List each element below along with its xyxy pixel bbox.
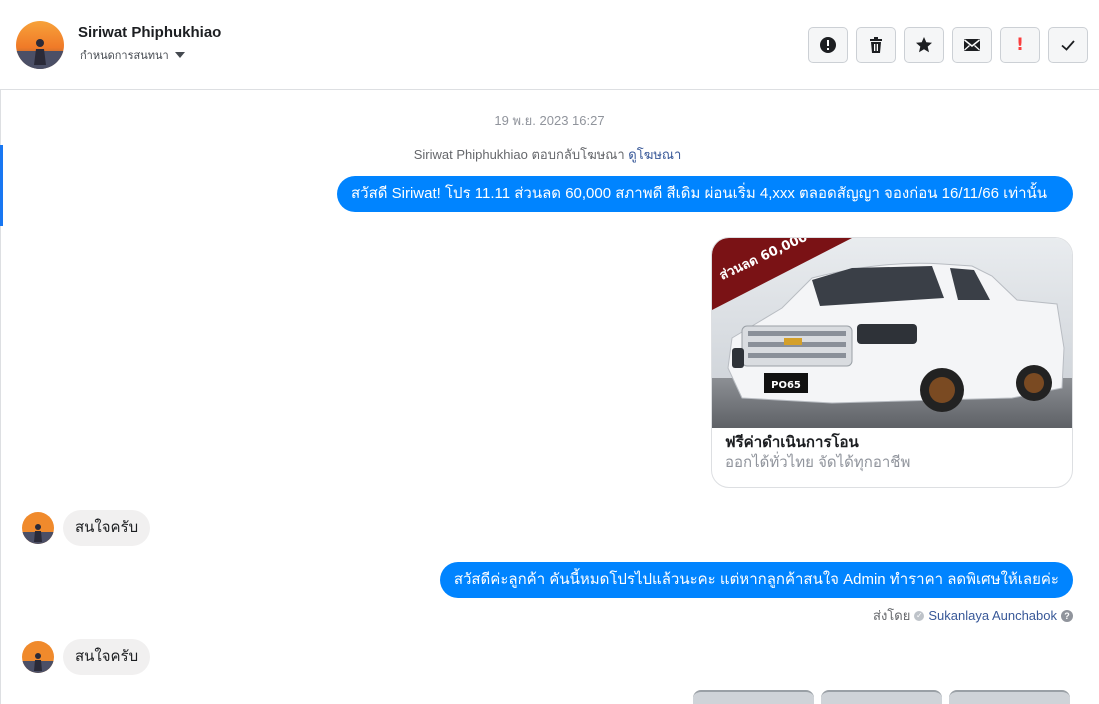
carousel-thumbnail[interactable]	[693, 690, 814, 704]
envelope-icon	[964, 39, 980, 51]
caret-down-icon	[174, 52, 185, 58]
incoming-message-row: สนใจครับ	[22, 639, 151, 675]
incoming-message: สนใจครับ	[63, 639, 151, 675]
mark-unread-button[interactable]	[952, 27, 992, 63]
avatar[interactable]	[22, 512, 54, 544]
schedule-label: กำหนดการสนทนา	[80, 50, 169, 62]
conversation-header: Siriwat Phiphukhiao กำหนดการสนทนา !	[0, 0, 1099, 90]
outgoing-message: สวัสดีค่ะลูกค้า คันนี้หมดโปรไปแล้วนะคะ แ…	[439, 562, 1073, 598]
alert-circle-icon	[820, 37, 836, 53]
trash-icon	[870, 37, 882, 53]
agent-badge-icon: ✓	[914, 610, 925, 621]
conversation-schedule-dropdown[interactable]: กำหนดการสนทนา	[80, 46, 185, 64]
message-timestamp: 19 พ.ย. 2023 16:27	[494, 113, 605, 128]
priority-button[interactable]: !	[1000, 27, 1040, 63]
contact-name: Siriwat Phiphukhiao	[78, 24, 222, 41]
incoming-message: สนใจครับ	[63, 510, 151, 546]
agent-name-link[interactable]: Sukanlaya Aunchabok	[928, 608, 1057, 623]
ad-reply-text: Siriwat Phiphukhiao ตอบกลับโฆษณา	[413, 147, 625, 162]
avatar[interactable]	[22, 641, 54, 673]
carousel-thumbnail[interactable]	[821, 690, 942, 704]
carousel-thumbnail[interactable]	[949, 690, 1070, 704]
ad-reply-notice: Siriwat Phiphukhiao ตอบกลับโฆษณา ดูโฆษณา	[0, 144, 1095, 165]
card-subtitle: ออกได้ทั่วไทย จัดได้ทุกอาชีพ	[725, 454, 911, 471]
star-icon	[916, 37, 932, 53]
car-image: PO65 ส่วนลด 60,000	[712, 238, 1072, 428]
mark-done-button[interactable]	[1048, 27, 1088, 63]
follow-up-button[interactable]	[904, 27, 944, 63]
header-actions: !	[808, 27, 1088, 63]
license-plate: PO65	[771, 380, 801, 391]
checkmark-icon	[1061, 40, 1075, 51]
outgoing-message: สวัสดี Siriwat! โปร 11.11 ส่วนลด 60,000 …	[337, 176, 1073, 212]
avatar[interactable]	[16, 21, 64, 69]
help-icon[interactable]: ?	[1061, 609, 1073, 622]
view-ad-link[interactable]: ดูโฆษณา	[628, 147, 681, 162]
sent-by-label: ส่งโดย	[873, 608, 911, 623]
ad-card[interactable]: PO65 ส่วนลด 60,000 ฟรีค่าดำเนินการโอน ออ…	[711, 237, 1073, 488]
mark-spam-button[interactable]	[808, 27, 848, 63]
exclamation-icon: !	[1016, 35, 1024, 55]
sent-by-info: ส่งโดย ✓ Sukanlaya Aunchabok ?	[873, 605, 1073, 626]
incoming-message-row: สนใจครับ	[22, 510, 151, 546]
delete-button[interactable]	[856, 27, 896, 63]
image-carousel-preview	[693, 690, 1070, 704]
